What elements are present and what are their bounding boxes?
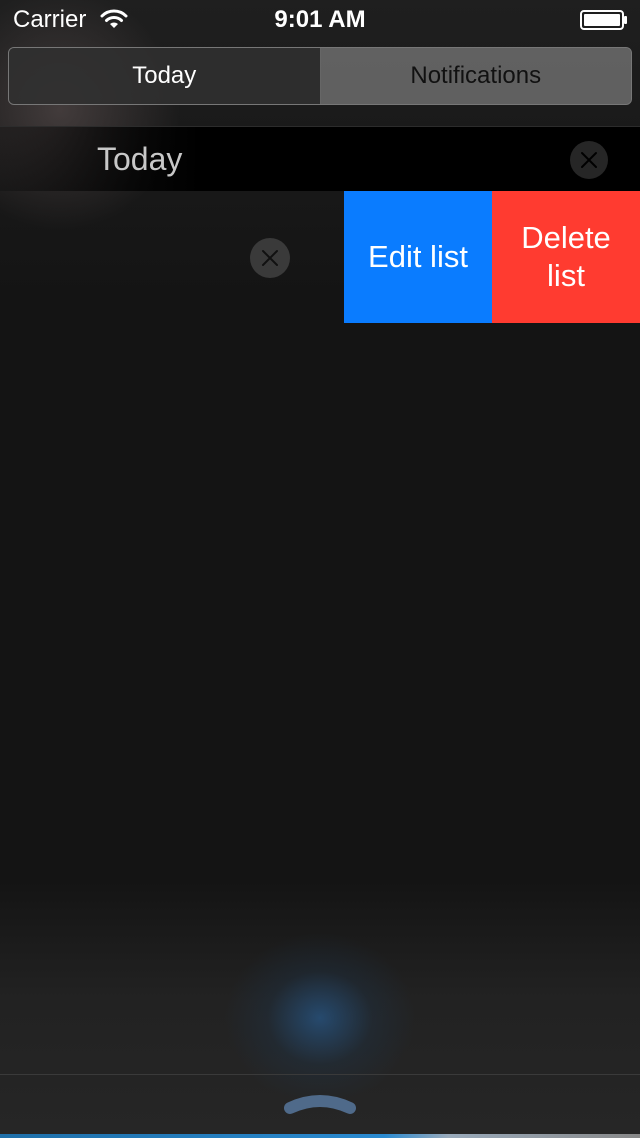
delete-list-button[interactable]: Delete list (492, 191, 640, 323)
edit-list-button[interactable]: Edit list (344, 191, 492, 323)
battery-icon (580, 10, 627, 30)
status-time: 9:01 AM (274, 6, 366, 33)
edit-list-label: Edit list (368, 239, 468, 274)
section-header: Today (0, 127, 640, 191)
tab-today-label: Today (132, 62, 197, 89)
segmented-control: Today Notifications (8, 47, 632, 105)
close-icon[interactable] (569, 140, 609, 180)
list-row: Edit list Delete list (0, 191, 640, 323)
home-indicator (0, 1134, 640, 1138)
tab-today[interactable]: Today (9, 48, 321, 104)
section-title: Today (97, 141, 183, 177)
bottom-divider (0, 1074, 640, 1075)
chevron-up-icon[interactable] (282, 1088, 358, 1118)
tab-notifications[interactable]: Notifications (320, 48, 631, 104)
notification-center-screen: Carrier 9:01 AM Today Notifications Toda… (0, 0, 640, 1138)
close-icon[interactable] (249, 237, 291, 279)
status-bar: Carrier 9:01 AM (0, 0, 640, 40)
tab-notifications-label: Notifications (410, 62, 542, 89)
delete-list-label: Delete list (521, 220, 611, 293)
